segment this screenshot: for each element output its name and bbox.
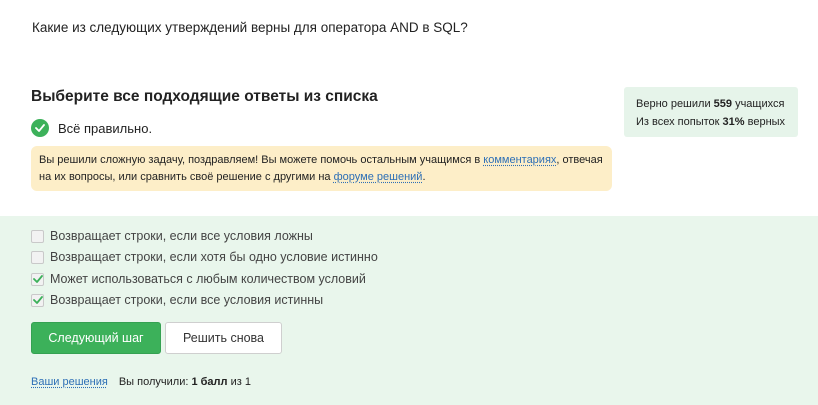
checkbox-checked[interactable]	[31, 272, 44, 286]
score-text: Вы получили: 1 балл из 1	[119, 376, 251, 388]
stats-solved-count: 559	[713, 98, 733, 110]
result-status: Всё правильно.	[31, 118, 152, 138]
checkmark-icon	[32, 296, 43, 304]
stats-solved: Верно решили 559 учащихся	[636, 95, 798, 113]
option-label: Возвращает строки, если хотя бы одно усл…	[50, 250, 378, 264]
notice-text-3: .	[422, 171, 426, 183]
check-circle-icon	[31, 119, 49, 137]
option-item[interactable]: Возвращает строки, если все условия исти…	[31, 291, 323, 309]
score-value: 1 балл	[191, 376, 228, 388]
stats-attempts-suffix: верных	[747, 116, 786, 128]
your-solutions-link[interactable]: Ваши решения	[31, 376, 108, 388]
stats-attempts-percent: 31%	[722, 116, 745, 128]
stats-solved-prefix: Верно решили	[636, 98, 711, 110]
option-label: Возвращает строки, если все условия ложн…	[50, 229, 313, 243]
checkbox-checked[interactable]	[31, 293, 44, 307]
option-item[interactable]: Может использоваться с любым количеством…	[31, 270, 366, 288]
checkbox[interactable]	[31, 229, 44, 243]
option-item[interactable]: Возвращает строки, если хотя бы одно усл…	[31, 248, 378, 266]
stats-attempts-prefix: Из всех попыток	[636, 116, 720, 128]
stats-solved-suffix: учащихся	[735, 98, 785, 110]
retry-button[interactable]: Решить снова	[165, 322, 282, 354]
result-text: Всё правильно.	[58, 120, 153, 136]
option-label: Возвращает строки, если все условия исти…	[50, 293, 324, 307]
congrats-notice: Вы решили сложную задачу, поздравляем! В…	[31, 146, 612, 191]
score-prefix: Вы получили:	[118, 376, 189, 388]
score-suffix: из 1	[230, 376, 251, 388]
stats-box: Верно решили 559 учащихся Из всех попыто…	[624, 87, 798, 137]
solutions-forum-link[interactable]: форуме решений	[334, 171, 423, 183]
question-text: Какие из следующих утверждений верны для…	[32, 20, 468, 35]
comments-link[interactable]: комментариях	[483, 154, 556, 166]
option-label: Может использоваться с любым количеством…	[50, 272, 366, 286]
stats-attempts: Из всех попыток 31% верных	[636, 113, 798, 131]
checkmark-icon	[32, 275, 43, 283]
choose-title: Выберите все подходящие ответы из списка	[31, 88, 378, 105]
next-step-button[interactable]: Следующий шаг	[31, 322, 161, 354]
checkbox[interactable]	[31, 250, 44, 264]
option-item[interactable]: Возвращает строки, если все условия ложн…	[31, 227, 313, 245]
notice-text-1: Вы решили сложную задачу, поздравляем! В…	[39, 154, 481, 166]
footer: Ваши решения Вы получили: 1 балл из 1	[31, 376, 251, 388]
